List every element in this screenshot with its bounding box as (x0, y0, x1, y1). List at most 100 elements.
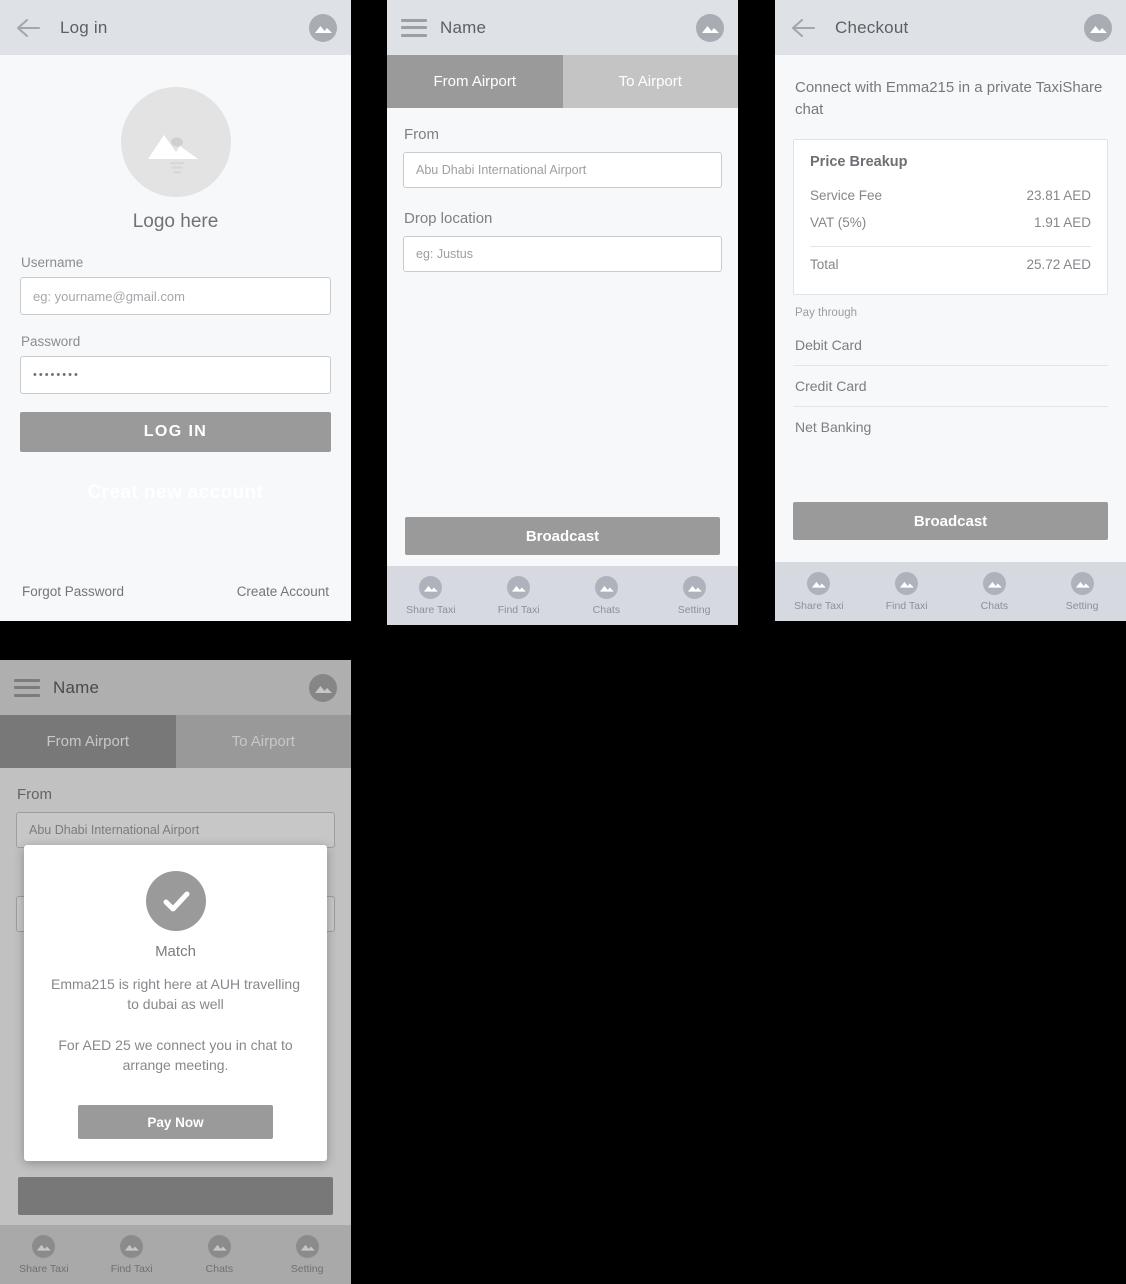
pay-option-net-banking[interactable]: Net Banking (793, 407, 1108, 447)
nav-label: Find Taxi (497, 603, 540, 616)
log-in-button[interactable]: LOG IN (20, 412, 331, 452)
share-taxi-icon (419, 575, 443, 599)
broadcast-button[interactable]: Broadcast (793, 502, 1108, 540)
price-total-label: Total (810, 256, 839, 272)
nav-label: Chats (980, 599, 1009, 612)
from-input[interactable]: Abu Dhabi International Airport (403, 152, 722, 188)
trip-direction-tabs: From Airport To Airport (387, 55, 738, 108)
price-row-amount: 23.81 AED (1026, 187, 1091, 203)
logo-label: Logo here (132, 211, 219, 232)
nav-item-setting[interactable]: Setting (1038, 571, 1126, 612)
nav-label: Share Taxi (19, 1262, 69, 1275)
password-label: Password (21, 334, 81, 349)
broadcast-button[interactable]: Broadcast (405, 517, 720, 555)
username-label: Username (21, 255, 84, 270)
page-title: Name (440, 17, 487, 37)
avatar-icon[interactable] (1084, 13, 1112, 42)
share-taxi-icon (807, 571, 831, 595)
price-breakup-card: Price Breakup Service Fee 23.81 AED VAT … (793, 138, 1108, 295)
setting-icon (1070, 571, 1094, 595)
pay-option-debit-card[interactable]: Debit Card (793, 325, 1108, 366)
nav-label: Share Taxi (794, 599, 844, 612)
bottom-navigation: Share Taxi Find Taxi Chats Setting (0, 1225, 351, 1284)
nav-item-share-taxi[interactable]: Share Taxi (775, 571, 863, 612)
search-appbar: Name (387, 0, 738, 55)
match-dialog-line1: Emma215 is right here at AUH travelling … (51, 976, 300, 1013)
setting-icon (682, 575, 706, 599)
nav-item-setting[interactable]: Setting (263, 1234, 351, 1275)
checkout-appbar: Checkout (775, 0, 1126, 55)
tab-from-airport[interactable]: From Airport (0, 715, 176, 768)
nav-item-find-taxi[interactable]: Find Taxi (863, 571, 951, 612)
hamburger-menu-icon[interactable] (14, 678, 40, 697)
back-arrow-icon[interactable] (14, 14, 42, 42)
nav-label: Share Taxi (406, 603, 456, 616)
chats-icon (207, 1234, 231, 1258)
checkout-intro-text: Connect with Emma215 in a private TaxiSh… (795, 79, 1103, 118)
price-breakup-title: Price Breakup (810, 153, 908, 170)
create-account-link[interactable]: Create Account (237, 584, 329, 599)
drop-location-placeholder: eg: Justus (416, 247, 473, 261)
password-value: •••••••• (33, 369, 80, 381)
page-title: Log in (60, 17, 108, 37)
price-row: VAT (5%) 1.91 AED (810, 209, 1091, 236)
nav-label: Setting (677, 603, 711, 616)
bottom-navigation: Share Taxi Find Taxi Chats Setting (387, 566, 738, 625)
broadcast-button[interactable] (18, 1177, 333, 1215)
avatar-icon[interactable] (309, 13, 337, 42)
login-footer: Forgot Password Create Account (0, 584, 351, 599)
price-divider (810, 245, 1091, 247)
nav-item-chats[interactable]: Chats (951, 571, 1039, 612)
from-value: Abu Dhabi International Airport (416, 163, 587, 177)
match-appbar: Name (0, 660, 351, 715)
nav-label: Setting (1065, 599, 1099, 612)
price-row-label: VAT (5%) (810, 214, 867, 230)
avatar-icon[interactable] (696, 13, 724, 42)
page-title: Name (53, 677, 100, 697)
forgot-password-link[interactable]: Forgot Password (22, 584, 124, 599)
logo-placeholder-icon (120, 87, 231, 197)
nav-item-share-taxi[interactable]: Share Taxi (387, 575, 475, 616)
from-input[interactable]: Abu Dhabi International Airport (16, 812, 335, 848)
logo-block: Logo here (0, 55, 351, 233)
bottom-navigation: Share Taxi Find Taxi Chats Setting (775, 562, 1126, 621)
find-taxi-icon (120, 1234, 144, 1258)
share-taxi-icon (32, 1234, 56, 1258)
nav-item-chats[interactable]: Chats (563, 575, 651, 616)
setting-icon (295, 1234, 319, 1258)
price-row-amount: 1.91 AED (1033, 214, 1091, 230)
checkout-screen: Checkout Connect with Emma215 in a priva… (775, 0, 1126, 621)
hamburger-menu-icon[interactable] (401, 18, 427, 37)
avatar-icon[interactable] (309, 673, 337, 702)
nav-item-setting[interactable]: Setting (650, 575, 738, 616)
nav-item-share-taxi[interactable]: Share Taxi (0, 1234, 88, 1275)
password-input[interactable]: •••••••• (20, 356, 331, 394)
nav-item-find-taxi[interactable]: Find Taxi (88, 1234, 176, 1275)
nav-label: Find Taxi (110, 1262, 153, 1275)
match-dialog-line2: For AED 25 we connect you in chat to arr… (58, 1036, 293, 1073)
price-total-row: Total 25.72 AED (810, 251, 1091, 278)
nav-item-find-taxi[interactable]: Find Taxi (475, 575, 563, 616)
find-taxi-icon (895, 571, 919, 595)
chats-icon (594, 575, 618, 599)
find-taxi-icon (507, 575, 531, 599)
trip-form: From Abu Dhabi International Airport Dro… (387, 108, 738, 272)
pay-now-button[interactable]: Pay Now (78, 1105, 273, 1140)
tab-to-airport[interactable]: To Airport (562, 55, 738, 108)
nav-label: Chats (205, 1262, 234, 1275)
pay-through-label: Pay through (795, 306, 858, 319)
from-label: From (17, 786, 52, 803)
pay-option-credit-card[interactable]: Credit Card (793, 366, 1108, 407)
tab-from-airport[interactable]: From Airport (387, 55, 563, 108)
price-row: Service Fee 23.81 AED (810, 182, 1091, 209)
from-value: Abu Dhabi International Airport (29, 823, 200, 837)
tab-to-airport[interactable]: To Airport (175, 715, 351, 768)
username-input[interactable]: eg: yourname@gmail.com (20, 277, 331, 315)
drop-location-label: Drop location (404, 210, 493, 227)
create-new-account-link[interactable]: Creat new account (0, 482, 351, 504)
drop-location-input[interactable]: eg: Justus (403, 236, 722, 272)
nav-item-chats[interactable]: Chats (176, 1234, 264, 1275)
chats-icon (982, 571, 1006, 595)
nav-label: Setting (290, 1262, 324, 1275)
back-arrow-icon[interactable] (789, 14, 817, 42)
